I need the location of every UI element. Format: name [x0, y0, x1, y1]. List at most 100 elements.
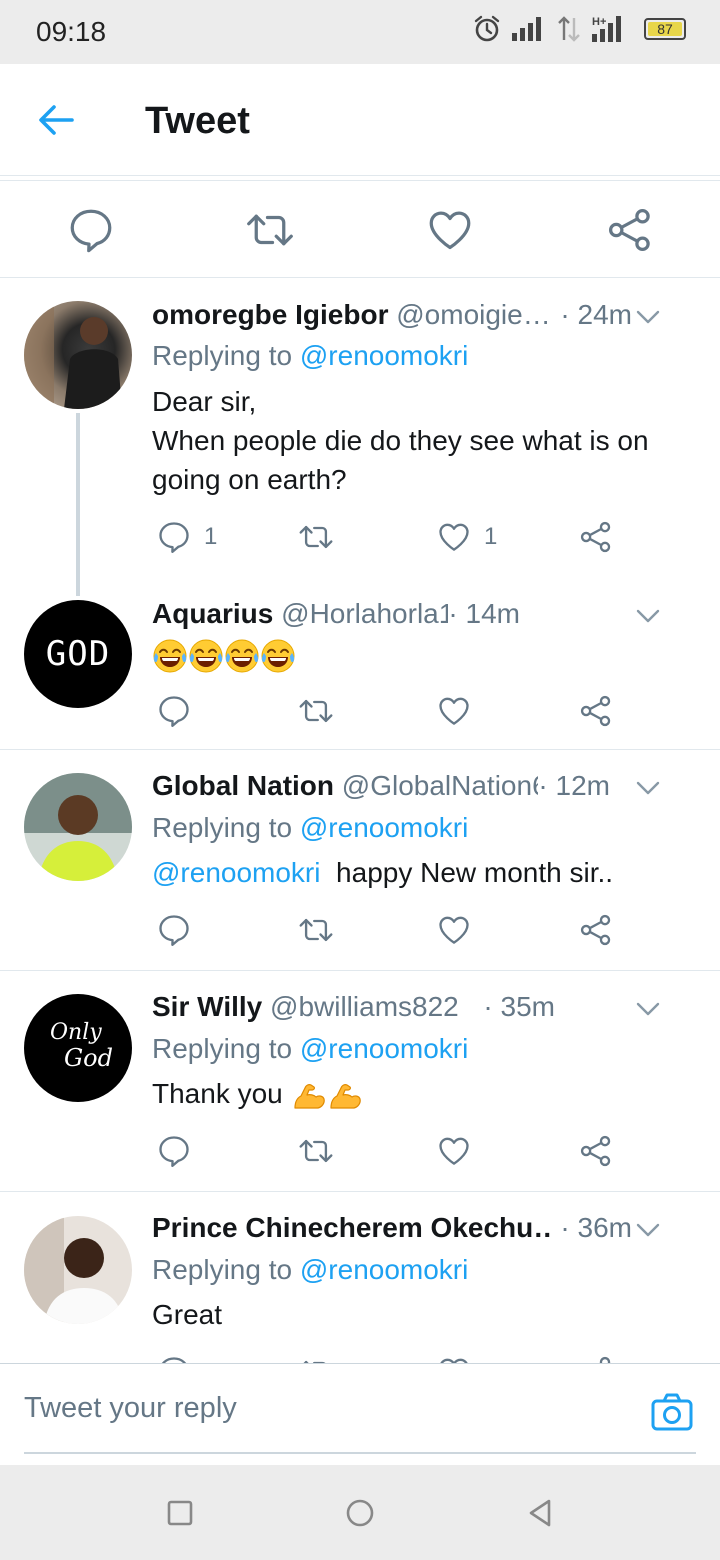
like-button[interactable]: 1	[436, 517, 497, 557]
chevron-down-icon[interactable]	[634, 602, 662, 630]
chevron-down-icon[interactable]	[634, 995, 662, 1023]
battery-level: 87	[657, 21, 673, 37]
reply-count: 1	[204, 523, 218, 550]
tweet-actions	[152, 691, 632, 731]
tweet-time: · 14m	[448, 598, 520, 630]
signal-icon	[512, 17, 541, 41]
tweet-header: omoregbe Igiebor @omoigie… · 24m	[152, 299, 690, 331]
retweet-icon[interactable]	[298, 1354, 334, 1363]
share-icon[interactable]	[578, 912, 614, 948]
like-button[interactable]	[436, 910, 472, 950]
avatar[interactable]: Only God	[24, 994, 132, 1102]
like-icon[interactable]	[436, 1354, 472, 1363]
camera-icon[interactable]	[650, 1390, 694, 1434]
share-icon[interactable]	[578, 519, 614, 555]
system-nav-bar	[0, 1465, 720, 1560]
recents-icon[interactable]	[162, 1495, 198, 1531]
reply-icon[interactable]	[156, 1354, 192, 1363]
svg-text:H+: H+	[592, 16, 606, 28]
chevron-down-icon[interactable]	[634, 303, 662, 331]
reply-button[interactable]	[156, 910, 192, 950]
like-button[interactable]	[436, 691, 472, 731]
share-icon[interactable]	[578, 693, 614, 729]
user-name[interactable]: Sir Willy	[152, 991, 262, 1022]
share-button[interactable]	[578, 517, 614, 557]
avatar[interactable]	[24, 773, 132, 881]
laughing-emoji-icon	[188, 638, 224, 674]
reply-composer: Tweet your reply	[0, 1363, 720, 1465]
user-name[interactable]: Global Nation	[152, 770, 334, 801]
back-icon[interactable]	[522, 1495, 558, 1531]
tweet-header: Aquarius @Horlahorla111 · 14m	[152, 598, 690, 630]
retweet-icon[interactable]	[298, 519, 334, 555]
retweet-icon[interactable]	[245, 205, 295, 255]
reply-input[interactable]: Tweet your reply	[24, 1392, 237, 1425]
chevron-down-icon[interactable]	[634, 1216, 662, 1244]
like-button[interactable]	[436, 1352, 472, 1363]
retweet-button[interactable]	[298, 910, 334, 950]
mention-link[interactable]: @renoomokri	[152, 857, 320, 888]
retweet-button[interactable]	[298, 1131, 334, 1171]
chevron-down-icon[interactable]	[634, 774, 662, 802]
avatar-text: Only	[50, 1020, 102, 1045]
tweet-body: 😂😂😂😂	[152, 634, 690, 670]
reply-tweet[interactable]: Global Nation @GlobalNation6 · 12m Reply…	[0, 750, 720, 971]
user-handle[interactable]: @GlobalNation6	[342, 770, 548, 801]
share-button[interactable]	[578, 910, 614, 950]
reply-icon[interactable]	[156, 519, 192, 555]
reply-button[interactable]	[156, 1352, 192, 1363]
retweet-button[interactable]	[298, 517, 334, 557]
like-icon[interactable]	[425, 205, 475, 255]
reply-tweet[interactable]: Prince Chinecherem Okechu… · 36m Replyin…	[0, 1192, 720, 1363]
retweet-icon[interactable]	[298, 693, 334, 729]
like-icon[interactable]	[436, 1133, 472, 1169]
alarm-icon	[474, 15, 500, 42]
thread-line	[76, 413, 80, 596]
avatar[interactable]	[24, 301, 132, 409]
reply-icon[interactable]	[156, 1133, 192, 1169]
like-icon[interactable]	[436, 693, 472, 729]
tweet-body: @renoomokri happy New month sir..	[152, 857, 614, 888]
mention-link[interactable]: @renoomokri	[300, 1254, 468, 1285]
reply-button[interactable]: 1	[156, 517, 217, 557]
share-icon[interactable]	[578, 1354, 614, 1363]
retweet-button[interactable]	[298, 1352, 334, 1363]
home-icon[interactable]	[342, 1495, 378, 1531]
share-button[interactable]	[578, 691, 614, 731]
reply-icon[interactable]	[156, 912, 192, 948]
reply-tweet[interactable]: omoregbe Igiebor @omoigie… · 24m Replyin…	[0, 279, 720, 596]
tweet-time: · 12m	[538, 770, 610, 802]
share-icon[interactable]	[578, 1133, 614, 1169]
reply-button[interactable]	[156, 1131, 192, 1171]
back-arrow-icon[interactable]	[32, 100, 80, 140]
avatar-text: God	[64, 1044, 113, 1072]
mention-link[interactable]: @renoomokri	[300, 340, 468, 371]
avatar[interactable]: GOD	[24, 600, 132, 708]
share-button[interactable]	[578, 1131, 614, 1171]
retweet-button[interactable]	[298, 691, 334, 731]
share-icon[interactable]	[605, 205, 655, 255]
reply-icon[interactable]	[156, 693, 192, 729]
user-handle[interactable]: @bwilliams822	[270, 991, 459, 1022]
share-button[interactable]	[578, 1352, 614, 1363]
tweet-time: · 36m	[554, 1212, 632, 1244]
tweet-actions: 1 1	[152, 517, 632, 557]
user-name[interactable]: Aquarius	[152, 598, 273, 629]
retweet-icon[interactable]	[298, 912, 334, 948]
like-icon[interactable]	[436, 912, 472, 948]
user-handle[interactable]: @omoigie…	[396, 299, 550, 330]
user-name[interactable]: omoregbe Igiebor	[152, 299, 388, 330]
reply-tweet[interactable]: Only God Sir Willy @bwilliams822 · 35m R…	[0, 971, 720, 1192]
mention-link[interactable]: @renoomokri	[300, 1033, 468, 1064]
like-icon[interactable]	[436, 519, 472, 555]
like-button[interactable]	[436, 1131, 472, 1171]
flexed-biceps-emoji-icon	[291, 1078, 327, 1114]
user-name[interactable]: Prince Chinecherem Okechu…	[152, 1212, 561, 1243]
replying-to: Replying to @renoomokri	[152, 812, 469, 843]
reply-tweet[interactable]: GOD Aquarius @Horlahorla111 · 14m 😂😂😂😂	[0, 579, 720, 750]
reply-icon[interactable]	[66, 205, 116, 255]
reply-button[interactable]	[156, 691, 192, 731]
mention-link[interactable]: @renoomokri	[300, 812, 468, 843]
avatar[interactable]	[24, 1216, 132, 1324]
retweet-icon[interactable]	[298, 1133, 334, 1169]
